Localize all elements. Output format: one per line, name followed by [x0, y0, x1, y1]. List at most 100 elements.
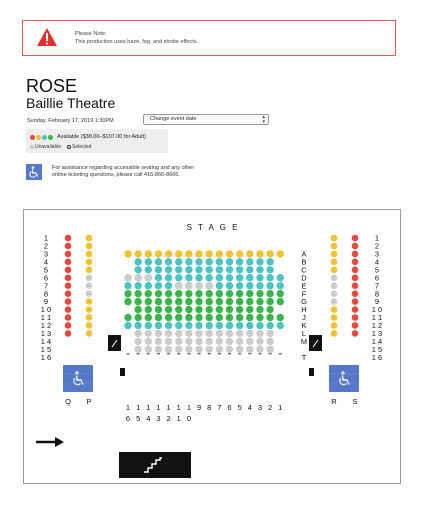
seat[interactable] [175, 258, 183, 266]
seat[interactable] [266, 266, 274, 274]
seat[interactable] [246, 321, 254, 330]
seat[interactable] [124, 313, 132, 322]
seat[interactable] [330, 330, 338, 337]
seat[interactable] [175, 297, 183, 306]
seat[interactable] [235, 321, 244, 330]
seat[interactable] [205, 258, 213, 266]
seat[interactable] [330, 266, 338, 274]
seat[interactable] [195, 250, 203, 258]
seat[interactable] [330, 322, 338, 329]
seat[interactable] [64, 250, 72, 258]
seat[interactable] [266, 258, 274, 266]
seat[interactable] [185, 289, 193, 298]
seat[interactable] [215, 274, 224, 282]
seat[interactable] [164, 297, 173, 306]
seat[interactable] [225, 321, 234, 330]
seat[interactable] [64, 298, 72, 305]
seat[interactable] [330, 242, 338, 250]
seat[interactable] [185, 266, 193, 274]
seat[interactable] [266, 274, 274, 282]
seat[interactable] [276, 313, 284, 322]
seat[interactable] [215, 313, 224, 322]
seat[interactable] [351, 322, 359, 329]
seat[interactable] [351, 330, 359, 337]
seat[interactable] [266, 297, 274, 306]
seat[interactable] [256, 305, 264, 314]
seat[interactable] [124, 282, 132, 290]
seat[interactable] [175, 266, 183, 274]
seat[interactable] [185, 321, 193, 330]
seat[interactable] [205, 266, 213, 274]
seat[interactable] [154, 297, 163, 306]
seat[interactable] [351, 306, 359, 313]
seat[interactable] [144, 266, 152, 274]
seat[interactable] [351, 242, 359, 250]
seat[interactable] [225, 274, 234, 282]
seat[interactable] [164, 266, 173, 274]
seat[interactable] [175, 274, 183, 282]
seat[interactable] [144, 321, 152, 330]
seat[interactable] [64, 330, 72, 337]
seat[interactable] [351, 234, 359, 242]
seat[interactable] [205, 297, 213, 306]
seat[interactable] [134, 305, 142, 314]
seat[interactable] [225, 289, 234, 298]
seat[interactable] [195, 305, 203, 314]
seat[interactable] [215, 321, 224, 330]
seat[interactable] [256, 289, 264, 298]
seat[interactable] [154, 289, 163, 298]
wheelchair-seating-area[interactable] [329, 365, 359, 392]
seat[interactable] [154, 305, 163, 314]
seat[interactable] [134, 289, 142, 298]
seat[interactable] [246, 274, 254, 282]
seat[interactable] [164, 305, 173, 314]
seat[interactable] [235, 313, 244, 322]
seat[interactable] [85, 242, 93, 250]
seat[interactable] [85, 250, 93, 258]
seat[interactable] [134, 282, 142, 290]
seat[interactable] [195, 289, 203, 298]
seat[interactable] [266, 313, 274, 322]
wheelchair-seating-area[interactable] [63, 365, 93, 392]
seat[interactable] [154, 321, 163, 330]
seat[interactable] [215, 297, 224, 306]
seat[interactable] [195, 321, 203, 330]
seat[interactable] [185, 274, 193, 282]
seat[interactable] [235, 274, 244, 282]
seat[interactable] [154, 250, 163, 258]
seat[interactable] [256, 250, 264, 258]
seat[interactable] [351, 298, 359, 305]
seat[interactable] [185, 258, 193, 266]
seat[interactable] [64, 282, 72, 289]
seat[interactable] [64, 314, 72, 321]
seat[interactable] [225, 305, 234, 314]
seat[interactable] [164, 289, 173, 298]
change-date-select[interactable]: Change event date ▴ ▾ [143, 114, 269, 125]
seat[interactable] [144, 305, 152, 314]
seat[interactable] [330, 234, 338, 242]
seat[interactable] [246, 258, 254, 266]
seat[interactable] [351, 290, 359, 297]
seat[interactable] [246, 250, 254, 258]
seat[interactable] [175, 321, 183, 330]
seat[interactable] [246, 289, 254, 298]
seat[interactable] [164, 274, 173, 282]
seat[interactable] [85, 322, 93, 329]
seat[interactable] [154, 282, 163, 290]
seat[interactable] [256, 321, 264, 330]
seat[interactable] [330, 258, 338, 266]
seat[interactable] [215, 282, 224, 290]
seat[interactable] [175, 305, 183, 314]
seat[interactable] [64, 290, 72, 297]
seat[interactable] [144, 250, 152, 258]
seat[interactable] [351, 266, 359, 274]
seat[interactable] [266, 289, 274, 298]
seat[interactable] [235, 250, 244, 258]
seat[interactable] [225, 313, 234, 322]
seat[interactable] [85, 306, 93, 313]
seat[interactable] [215, 305, 224, 314]
seat[interactable] [225, 250, 234, 258]
seat[interactable] [144, 282, 152, 290]
seat[interactable] [225, 297, 234, 306]
seat[interactable] [256, 274, 264, 282]
